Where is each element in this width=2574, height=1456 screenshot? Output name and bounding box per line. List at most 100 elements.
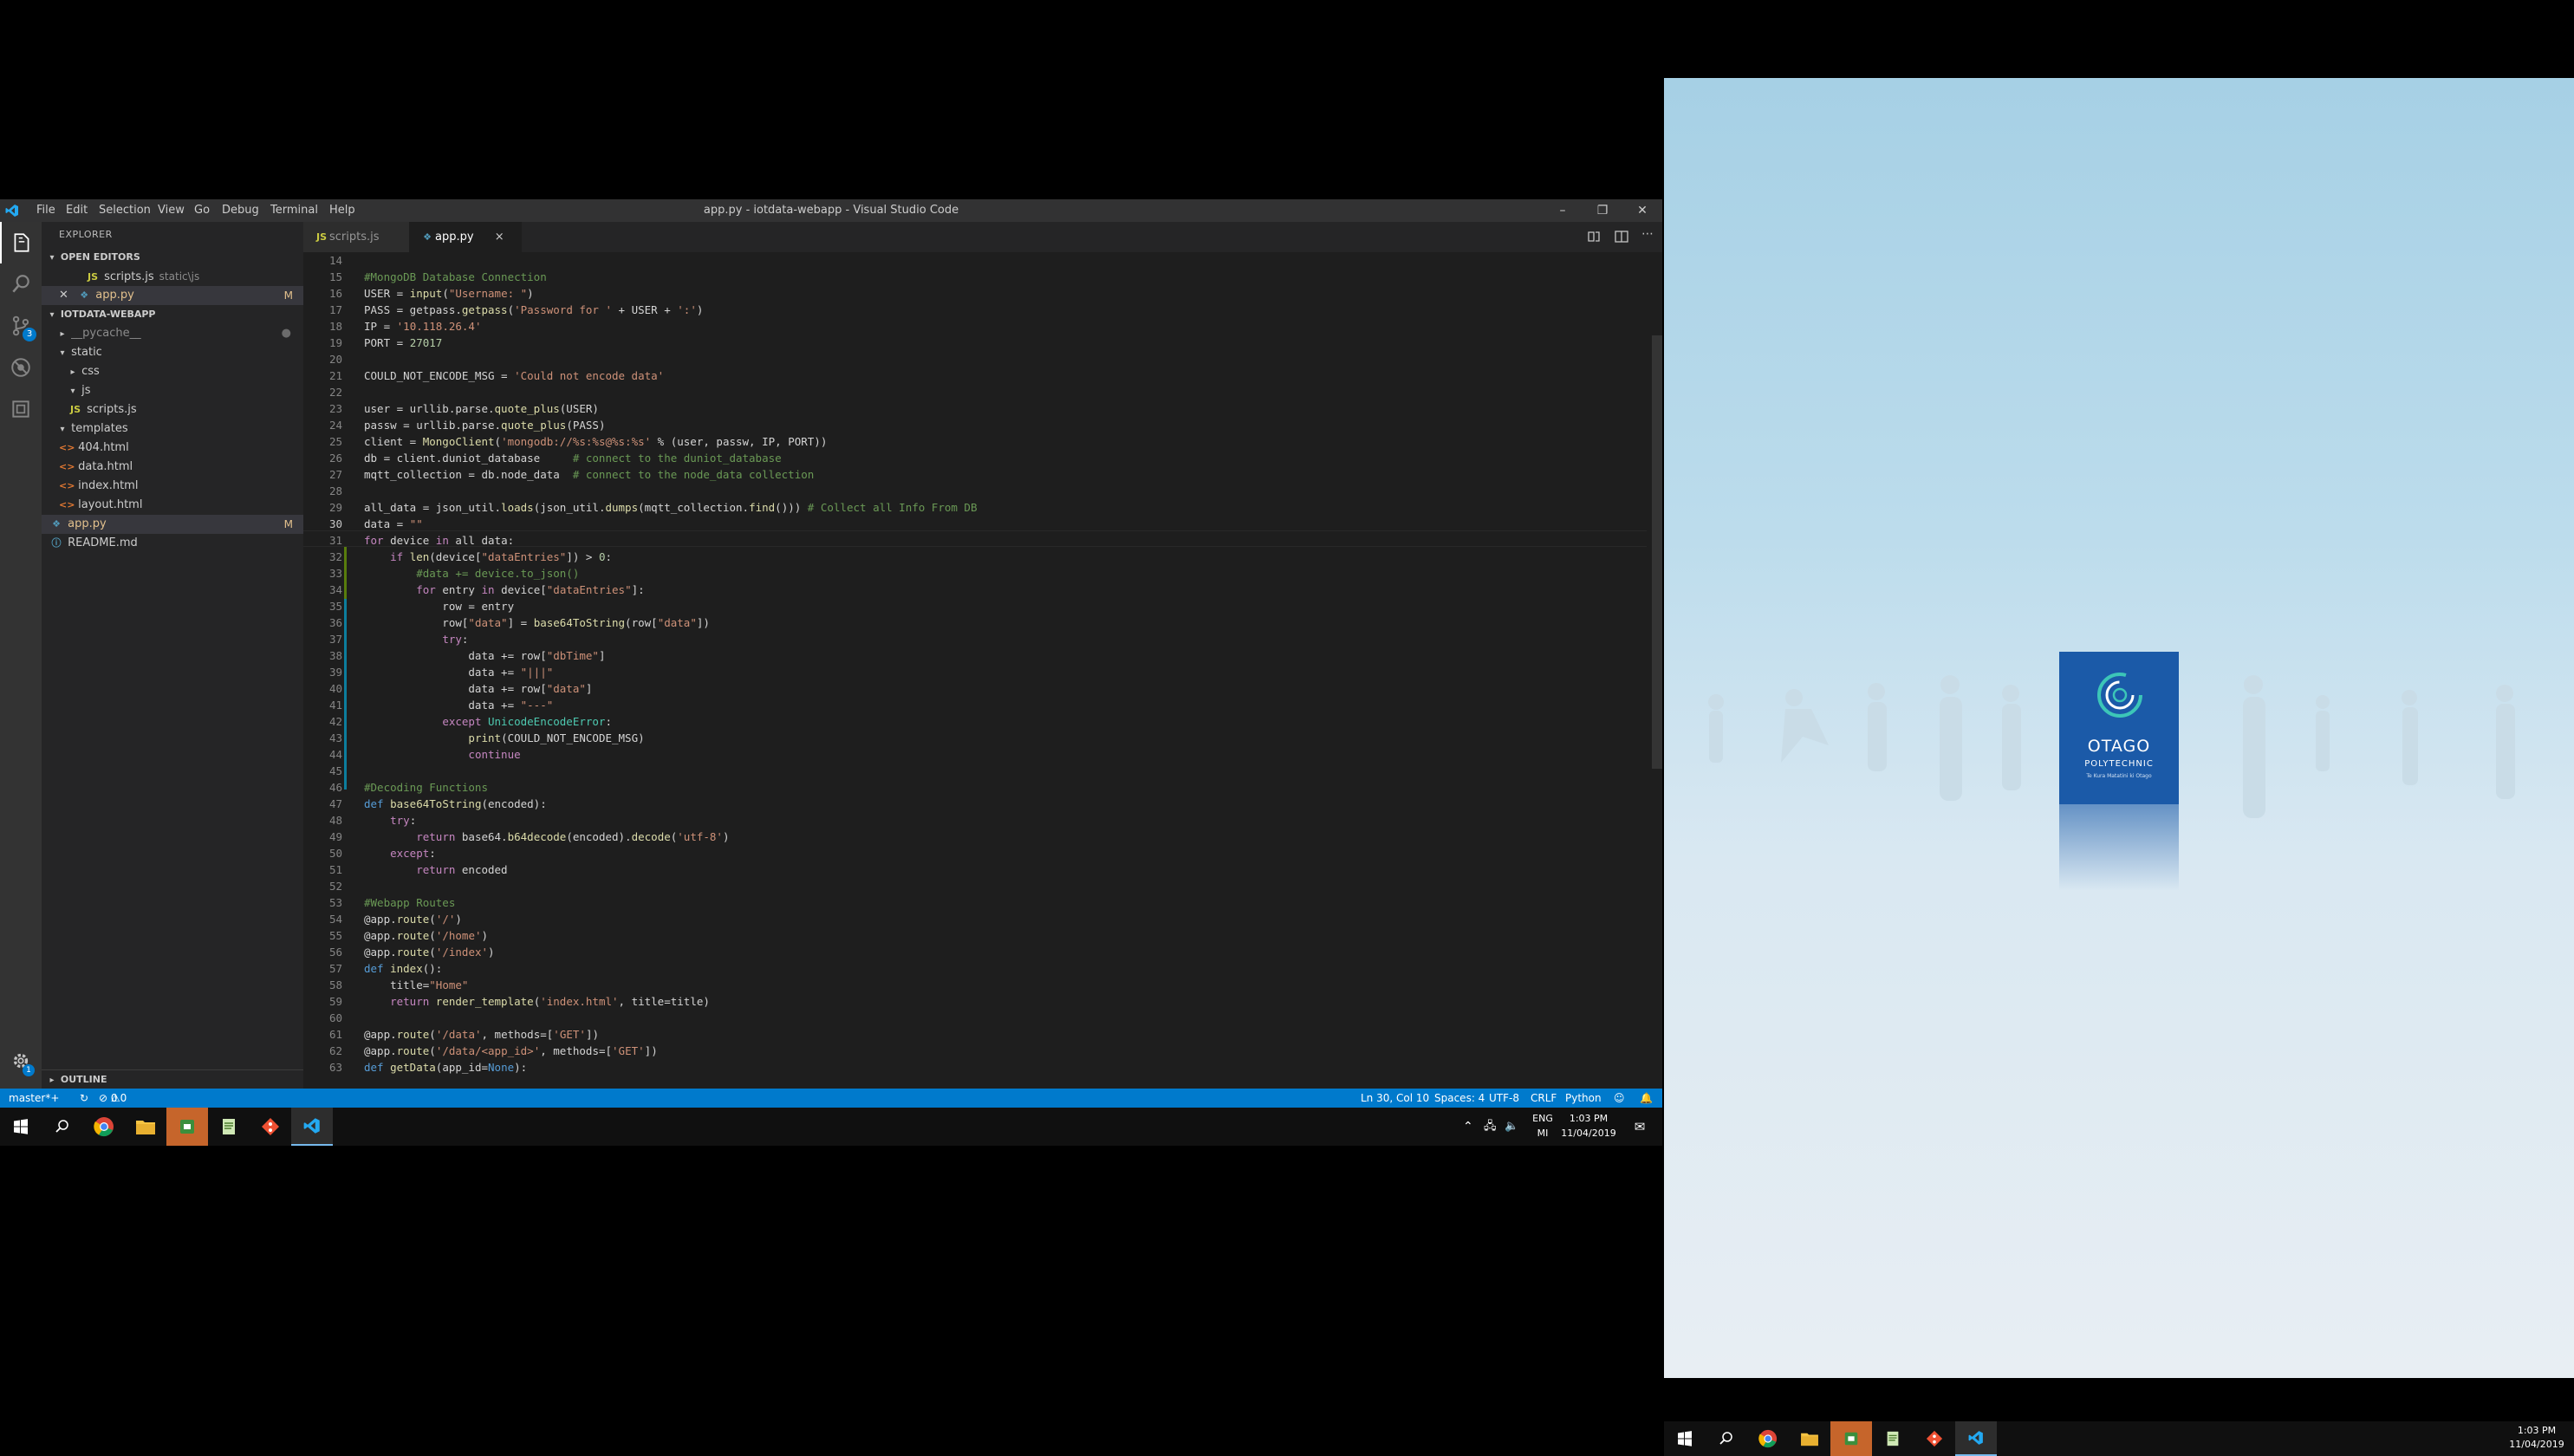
explorer-icon[interactable] (0, 222, 42, 263)
open-editor-item[interactable]: JS scripts.js static\js (42, 267, 303, 286)
code-line[interactable]: data += row["data"] (364, 682, 592, 695)
action-center-icon[interactable]: ✉ (1624, 1108, 1655, 1146)
problems-indicator[interactable]: ⊘ 0 ⚠ 0 (99, 1089, 127, 1108)
code-line[interactable]: return render_template('index.html', tit… (364, 995, 710, 1008)
tree-file[interactable]: <> data.html (42, 458, 303, 477)
cursor-position[interactable]: Ln 30, Col 10 (1361, 1089, 1429, 1108)
code-line[interactable]: PORT = 27017 (364, 336, 442, 349)
clock[interactable]: 1:03 PM 11/04/2019 (2505, 1424, 2569, 1455)
robo3t-icon[interactable] (166, 1108, 208, 1146)
line-ending[interactable]: CRLF (1531, 1089, 1557, 1108)
code-line[interactable]: @app.route('/index') (364, 946, 495, 959)
code-line[interactable]: return encoded (364, 863, 507, 876)
menu-file[interactable]: File (29, 199, 62, 222)
tree-folder[interactable]: ▾ static (42, 343, 303, 362)
code-line[interactable]: db = client.duniot_database # connect to… (364, 452, 782, 465)
robo3t-icon[interactable] (1830, 1421, 1872, 1456)
code-line[interactable]: for entry in device["dataEntries"]: (364, 583, 644, 596)
code-line[interactable]: continue (364, 748, 520, 761)
notepad-icon[interactable] (208, 1108, 250, 1146)
input-language[interactable]: ENG MI (1527, 1111, 1558, 1149)
tree-folder[interactable]: ▾ js (42, 381, 303, 400)
tree-file[interactable]: <> index.html (42, 477, 303, 496)
file-explorer-icon[interactable] (1789, 1421, 1830, 1456)
code-line[interactable]: data = "" (364, 517, 423, 530)
code-line[interactable]: row = entry (364, 600, 514, 613)
code-line[interactable]: PASS = getpass.getpass('Password for ' +… (364, 303, 703, 316)
code-line[interactable]: except UnicodeEncodeError: (364, 715, 612, 728)
tree-file[interactable]: JS scripts.js (42, 400, 303, 419)
tree-file[interactable]: <> layout.html (42, 496, 303, 515)
code-line[interactable]: data += "|||" (364, 666, 553, 679)
code-line[interactable]: @app.route('/') (364, 913, 462, 926)
code-line[interactable]: data += "---" (364, 699, 553, 712)
tab-close-icon[interactable]: × (495, 231, 504, 244)
menu-debug[interactable]: Debug (215, 199, 266, 222)
minimize-button[interactable]: – (1543, 199, 1583, 222)
restore-button[interactable]: ❐ (1583, 199, 1622, 222)
git-branch[interactable]: master*+ (9, 1089, 59, 1108)
outline-section[interactable]: ▸ OUTLINE (42, 1069, 303, 1089)
chrome-icon[interactable] (1747, 1421, 1789, 1456)
code-line[interactable]: @app.route('/home') (364, 929, 488, 942)
code-line[interactable]: def base64ToString(encoded): (364, 797, 547, 810)
file-explorer-icon[interactable] (125, 1108, 166, 1146)
code-line[interactable]: @app.route('/data', methods=['GET']) (364, 1028, 599, 1041)
source-control-icon[interactable]: 3 (0, 305, 42, 347)
code-line[interactable]: title="Home" (364, 978, 468, 991)
code-line[interactable]: #data += device.to_json() (364, 567, 579, 580)
sync-icon[interactable]: ↻ (80, 1089, 88, 1108)
menu-selection[interactable]: Selection (92, 199, 158, 222)
code-line[interactable]: row["data"] = base64ToString(row["data"]… (364, 616, 710, 629)
code-line[interactable]: USER = input("Username: ") (364, 287, 534, 300)
tree-file[interactable]: ⓘ README.md (42, 534, 303, 553)
tree-file[interactable]: ❖ app.py M (42, 515, 303, 534)
git-icon[interactable] (1914, 1421, 1955, 1456)
code-line[interactable]: @app.route('/data/<app_id>', methods=['G… (364, 1044, 658, 1057)
close-icon[interactable]: ✕ (59, 286, 73, 305)
code-line[interactable]: mqtt_collection = db.node_data # connect… (364, 468, 814, 481)
code-line[interactable]: COULD_NOT_ENCODE_MSG = 'Could not encode… (364, 369, 664, 382)
start-icon[interactable] (1664, 1421, 1706, 1456)
code-line[interactable]: #Decoding Functions (364, 781, 488, 794)
code-line[interactable]: all_data = json_util.loads(json_util.dum… (364, 501, 977, 514)
tree-folder[interactable]: ▸ css (42, 362, 303, 381)
git-icon[interactable] (250, 1108, 291, 1146)
menu-terminal[interactable]: Terminal (263, 199, 325, 222)
menu-edit[interactable]: Edit (59, 199, 94, 222)
tree-folder[interactable]: ▸ __pycache__ ● (42, 324, 303, 343)
project-section[interactable]: ▾ IOTDATA-WEBAPP (42, 305, 303, 324)
tree-file[interactable]: <> 404.html (42, 439, 303, 458)
open-changes-icon[interactable] (1586, 229, 1602, 248)
more-actions-icon[interactable]: ⋯ (1641, 227, 1654, 241)
search-icon[interactable] (42, 1108, 83, 1146)
close-window-button[interactable]: ✕ (1622, 199, 1662, 222)
menu-go[interactable]: Go (187, 199, 217, 222)
code-line[interactable]: data += row["dbTime"] (364, 649, 605, 662)
feedback-icon[interactable]: ☺ (1614, 1089, 1625, 1108)
notepad-icon[interactable] (1872, 1421, 1914, 1456)
start-icon[interactable] (0, 1108, 42, 1146)
vscode-taskbar-icon[interactable] (291, 1108, 333, 1146)
notifications-icon[interactable]: 🔔 (1640, 1089, 1653, 1108)
code-line[interactable]: IP = '10.118.26.4' (364, 320, 481, 333)
network-icon[interactable]: 🖧 (1484, 1108, 1497, 1146)
tree-folder[interactable]: ▾ templates (42, 419, 303, 439)
debug-icon[interactable] (0, 347, 42, 388)
code-line[interactable]: return base64.b64decode(encoded).decode(… (364, 830, 729, 843)
code-editor[interactable]: 14 15 #MongoDB Database Connection 16 USER =… (303, 252, 1662, 1089)
chrome-icon[interactable] (83, 1108, 125, 1146)
split-editor-icon[interactable] (1614, 229, 1629, 248)
code-line[interactable]: if len(device["dataEntries"]) > 0: (364, 550, 612, 563)
code-line[interactable]: try: (364, 633, 468, 646)
code-line[interactable]: def getData(app_id=None): (364, 1061, 527, 1074)
search-icon[interactable] (1706, 1421, 1747, 1456)
menu-help[interactable]: Help (322, 199, 362, 222)
open-editor-item[interactable]: ✕ ❖ app.py M (42, 286, 303, 305)
vscode-taskbar-icon[interactable] (1955, 1421, 1997, 1456)
code-line[interactable]: except: (364, 847, 436, 860)
tab-scripts-js[interactable]: JS scripts.js (303, 222, 418, 252)
code-line[interactable]: user = urllib.parse.quote_plus(USER) (364, 402, 599, 415)
clock[interactable]: 1:03 PM 11/04/2019 (1560, 1111, 1617, 1149)
code-line[interactable]: def index(): (364, 962, 442, 975)
